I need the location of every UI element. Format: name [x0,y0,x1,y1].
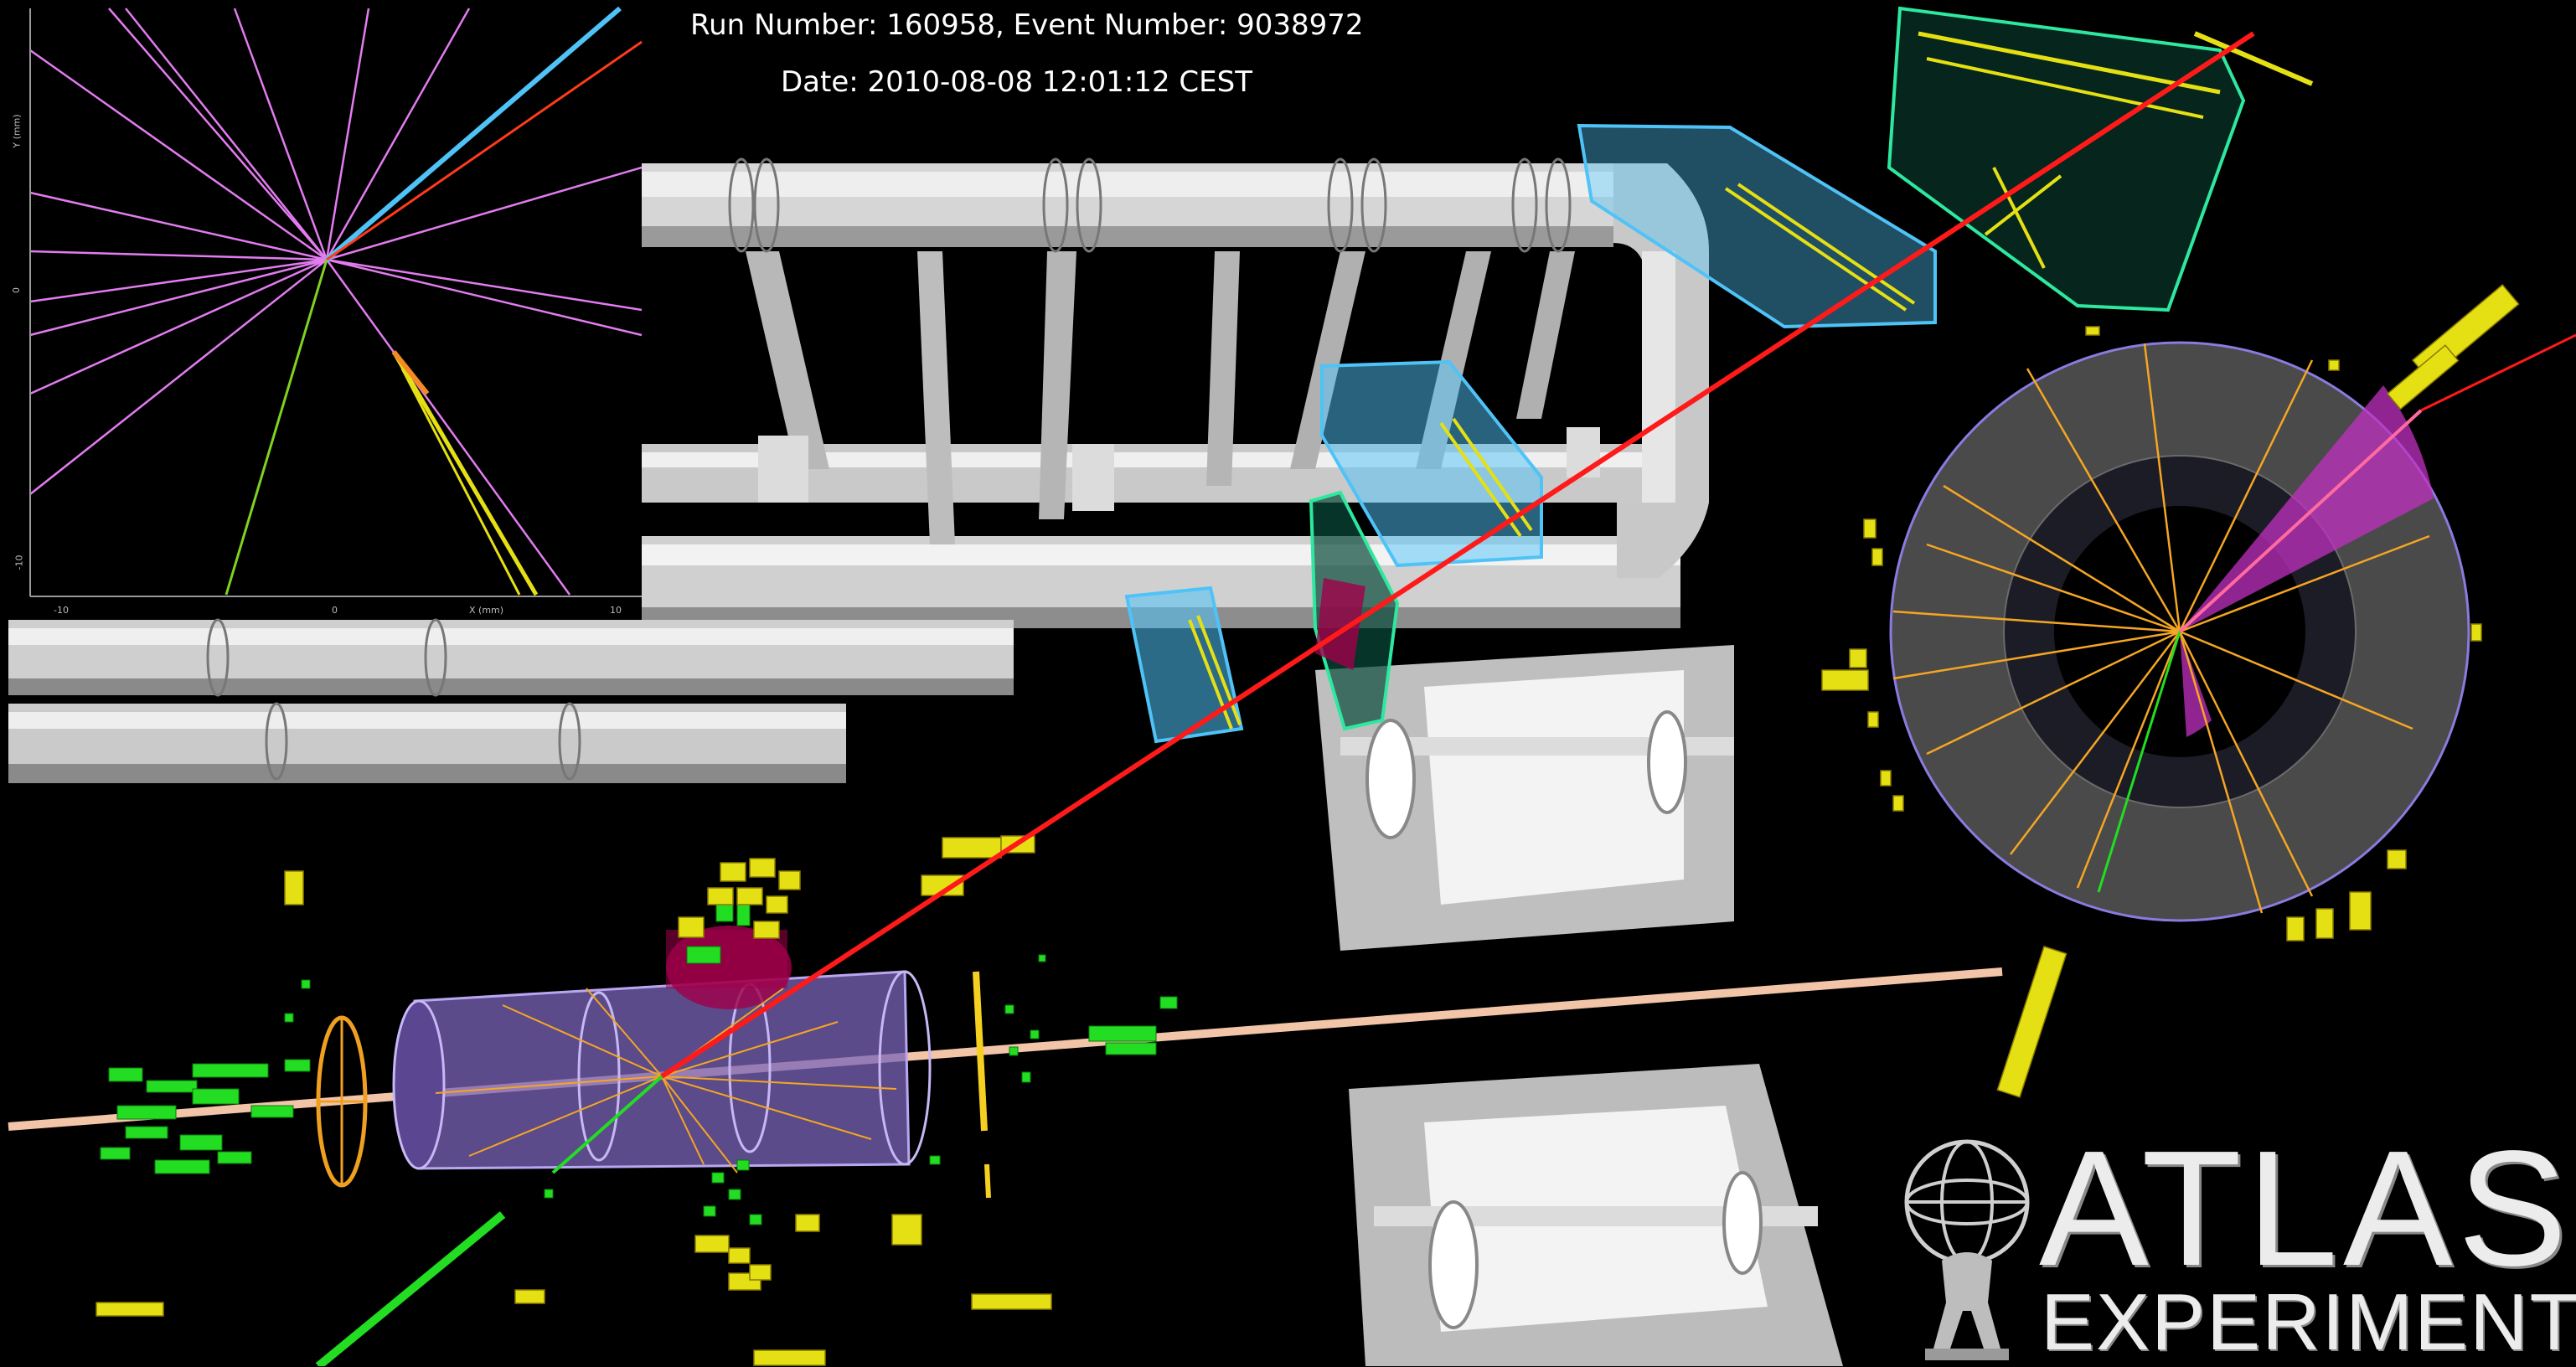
atlas-figure-icon [1904,1139,2030,1360]
endcap-left [316,1015,368,1188]
inset-y-tick-zero: 0 [11,287,22,293]
logo-atlas-text: ATLAS [2039,1117,2573,1300]
support-frame-lower [1349,1064,1843,1366]
run-event-label: Run Number: 160958, Event Number: 903897… [690,8,1364,42]
event-date-label: Date: 2010-08-08 12:01:12 CEST [781,65,1253,99]
inset-y-tick-min: -10 [13,555,25,570]
inset-x-tick-min: -10 [54,605,69,616]
inset-xy-view [29,6,643,597]
inset-x-axis-label: X (mm) [469,605,504,616]
inset-x-tick-zero: 0 [332,605,338,616]
logo-experiment-text: EXPERIMENT [2041,1277,2576,1367]
inset-y-axis-label: Y (mm) [11,114,23,148]
inset-x-tick-max: 10 [610,605,622,616]
atlas-logo: ATLAS EXPERIMENT [1892,1127,2576,1363]
